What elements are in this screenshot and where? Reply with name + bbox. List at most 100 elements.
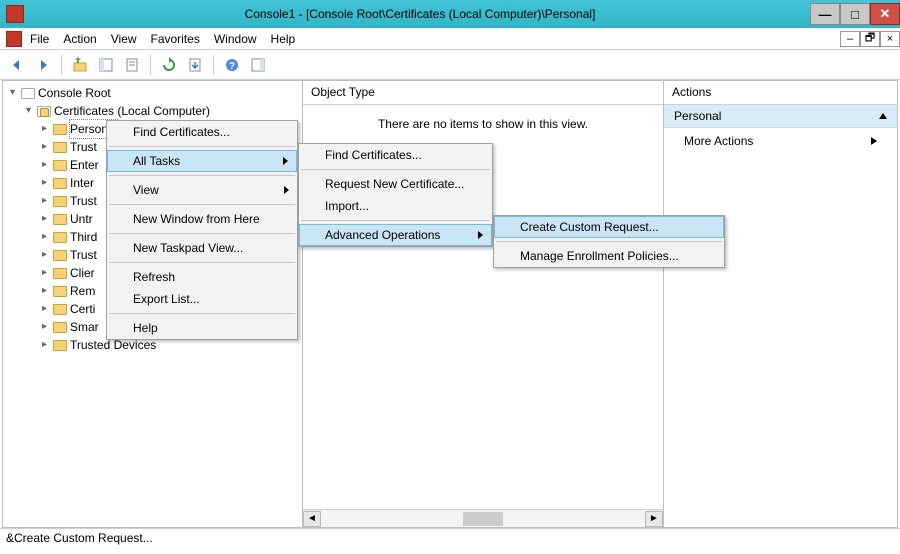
menubar: File Action View Favorites Window Help –… (0, 28, 900, 50)
minimize-button[interactable]: — (810, 3, 840, 25)
actions-more-label: More Actions (684, 134, 753, 148)
window-controls: — □ ✕ (810, 3, 900, 25)
folder-icon (53, 304, 67, 315)
ctx2-find-certificates[interactable]: Find Certificates... (299, 144, 492, 166)
export-button[interactable] (184, 54, 206, 76)
expand-icon[interactable]: ▸ (39, 160, 50, 171)
mdi-close-button[interactable]: × (880, 31, 900, 47)
mdi-restore-button[interactable]: 🗗 (860, 31, 880, 47)
mdi-minimize-button[interactable]: – (840, 31, 860, 47)
menu-favorites[interactable]: Favorites (151, 32, 200, 46)
ctx3-create-custom-request[interactable]: Create Custom Request... (494, 216, 724, 238)
tree-certificates-node[interactable]: ▾ Certificates (Local Computer) (23, 102, 302, 120)
menu-window[interactable]: Window (214, 32, 257, 46)
actions-section-label: Personal (674, 109, 721, 123)
titlebar: Console1 - [Console Root\Certificates (L… (0, 0, 900, 28)
submenu-arrow-icon (283, 157, 288, 165)
expand-icon[interactable]: ▸ (39, 286, 50, 297)
forward-button[interactable] (32, 54, 54, 76)
actions-more[interactable]: More Actions (664, 128, 897, 154)
expand-icon[interactable]: ▸ (39, 340, 50, 351)
menu-file[interactable]: File (30, 32, 49, 46)
hscrollbar[interactable]: ◄ ► (303, 509, 663, 527)
tree-label: Trust (70, 192, 97, 210)
scroll-left-icon[interactable]: ◄ (303, 511, 321, 527)
collapse-icon[interactable]: ▾ (7, 88, 18, 99)
expand-icon[interactable]: ▸ (39, 304, 50, 315)
tree-label: Untr (70, 210, 93, 228)
menu-separator (301, 220, 490, 221)
collapse-icon[interactable]: ▾ (23, 106, 34, 117)
submenu-arrow-icon (284, 186, 289, 194)
ctx-all-tasks[interactable]: All Tasks (107, 150, 297, 172)
tree-label: Clier (70, 264, 95, 282)
tree-label: Inter (70, 174, 94, 192)
ctx-find-certificates[interactable]: Find Certificates... (107, 121, 297, 143)
expand-icon[interactable]: ▸ (39, 268, 50, 279)
tree-label: Third (70, 228, 97, 246)
menu-separator (109, 313, 295, 314)
context-menu-tree: Find Certificates... All Tasks View New … (106, 120, 298, 340)
tree-label: Console Root (38, 84, 111, 102)
ctx-help[interactable]: Help (107, 317, 297, 339)
ctx-view[interactable]: View (107, 179, 297, 201)
folder-icon (53, 142, 67, 153)
expand-icon[interactable]: ▸ (39, 232, 50, 243)
mdi-icon (6, 31, 22, 47)
folder-icon (53, 124, 67, 135)
menu-action[interactable]: Action (63, 32, 96, 46)
back-button[interactable] (6, 54, 28, 76)
refresh-button[interactable] (158, 54, 180, 76)
folder-icon (53, 250, 67, 261)
folder-icon (53, 322, 67, 333)
maximize-button[interactable]: □ (840, 3, 870, 25)
tree-label: Trust (70, 138, 97, 156)
up-button[interactable] (69, 54, 91, 76)
statusbar: &Create Custom Request... (0, 528, 900, 548)
show-hide-tree-button[interactable] (95, 54, 117, 76)
submenu-arrow-icon (478, 231, 483, 239)
ctx2-advanced-operations[interactable]: Advanced Operations (299, 224, 492, 246)
context-menu-advanced: Create Custom Request... Manage Enrollme… (493, 215, 725, 268)
menu-separator (109, 175, 295, 176)
toolbar: ? (0, 50, 900, 80)
expand-icon[interactable]: ▸ (39, 142, 50, 153)
show-hide-action-button[interactable] (247, 54, 269, 76)
ctx2-import[interactable]: Import... (299, 195, 492, 217)
menu-separator (496, 241, 722, 242)
tree-label: Certificates (Local Computer) (54, 102, 210, 120)
close-button[interactable]: ✕ (870, 3, 900, 25)
properties-button[interactable] (121, 54, 143, 76)
expand-icon[interactable]: ▸ (39, 322, 50, 333)
menu-help[interactable]: Help (271, 32, 296, 46)
menu-separator (109, 233, 295, 234)
actions-pane: Actions Personal More Actions (664, 81, 897, 527)
ctx-new-window[interactable]: New Window from Here (107, 208, 297, 230)
ctx2-request-new-cert[interactable]: Request New Certificate... (299, 173, 492, 195)
ctx-new-taskpad[interactable]: New Taskpad View... (107, 237, 297, 259)
menu-separator (109, 204, 295, 205)
expand-icon[interactable]: ▸ (39, 178, 50, 189)
collapse-icon (879, 113, 887, 119)
menu-view[interactable]: View (111, 32, 137, 46)
expand-icon[interactable]: ▸ (39, 196, 50, 207)
actions-section[interactable]: Personal (664, 105, 897, 128)
folder-icon (53, 268, 67, 279)
folder-icon (53, 286, 67, 297)
mmc-icon (6, 5, 24, 23)
help-button[interactable]: ? (221, 54, 243, 76)
ctx-export-list[interactable]: Export List... (107, 288, 297, 310)
window-title: Console1 - [Console Root\Certificates (L… (30, 7, 810, 21)
svg-text:?: ? (229, 61, 235, 72)
expand-icon[interactable]: ▸ (39, 250, 50, 261)
ctx3-manage-enrollment[interactable]: Manage Enrollment Policies... (494, 245, 724, 267)
scroll-thumb[interactable] (463, 512, 503, 526)
folder-icon (53, 196, 67, 207)
scroll-right-icon[interactable]: ► (645, 511, 663, 527)
ctx-refresh[interactable]: Refresh (107, 266, 297, 288)
tree-console-root[interactable]: ▾ Console Root (7, 84, 302, 102)
content-column-header[interactable]: Object Type (303, 81, 663, 105)
folder-icon (21, 88, 35, 99)
expand-icon[interactable]: ▸ (39, 214, 50, 225)
expand-icon[interactable]: ▸ (39, 124, 50, 135)
